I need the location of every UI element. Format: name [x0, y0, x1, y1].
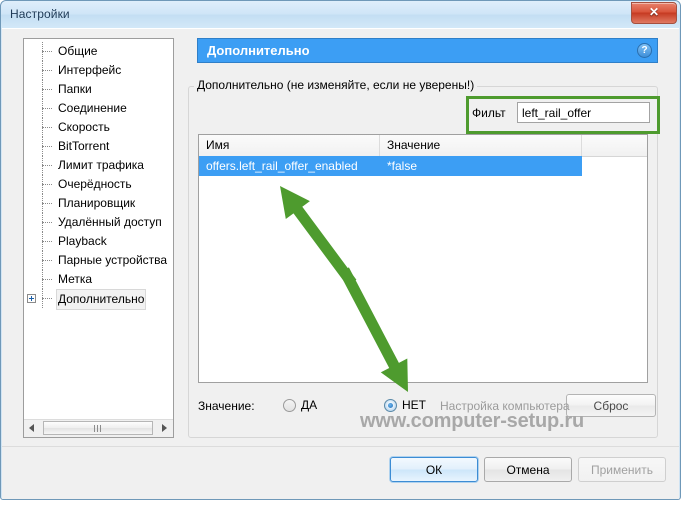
sidebar-item-5[interactable]: Скорость — [24, 118, 173, 137]
scroll-right-arrow-icon[interactable] — [156, 420, 173, 436]
dialog-client-area: Общие Интерфейс Папки Соединение Скорость Bit… — [2, 28, 679, 447]
grip-icon — [94, 425, 102, 432]
expand-plus-icon[interactable] — [27, 294, 36, 303]
sidebar-item-13[interactable]: Метка — [24, 270, 173, 289]
advanced-settings-panel: Дополнительно ? Дополнительно (не изменя… — [188, 38, 660, 438]
title-bar: Настройки ✕ — [1, 1, 680, 28]
sidebar-item-12[interactable]: Парные устройства — [24, 251, 173, 270]
sidebar-item-label: Метка — [58, 272, 93, 286]
sidebar-item-9[interactable]: Планировщик — [24, 194, 173, 213]
settings-category-tree[interactable]: Общие Интерфейс Папки Соединение Скорость Bit… — [23, 38, 174, 438]
radio-no-label: НЕТ — [402, 398, 426, 412]
advanced-groupbox: Дополнительно (не изменяйте, если не уве… — [188, 78, 658, 438]
radio-no-dot-icon — [384, 399, 397, 412]
tree-connector — [42, 51, 52, 53]
tree-connector — [42, 184, 52, 186]
list-header-row: Имя Значение — [199, 135, 647, 157]
close-x-glyph: ✕ — [648, 5, 660, 19]
close-icon[interactable]: ✕ — [631, 2, 677, 24]
dialog-footer: ОК Отмена Применить — [2, 446, 679, 499]
sidebar-item-8[interactable]: Очерёдность — [24, 175, 173, 194]
tree-connector — [42, 127, 52, 129]
groupbox-label: Дополнительно (не изменяйте, если не уве… — [194, 78, 478, 92]
tree-connector — [42, 241, 52, 243]
filter-input[interactable] — [517, 102, 650, 123]
sidebar-item-label: Папки — [58, 82, 92, 96]
sidebar-item-label: BitTorrent — [58, 139, 110, 153]
scrollbar-thumb[interactable] — [43, 421, 153, 435]
column-header-value[interactable]: Значение — [380, 135, 582, 156]
apply-button: Применить — [578, 457, 666, 482]
page-header-bar: Дополнительно ? — [197, 38, 658, 63]
sidebar-item-label: Очерёдность — [58, 177, 132, 191]
settings-dialog-window: Настройки ✕ Общие Интерфейс Папки Соединени… — [0, 0, 681, 500]
tree-connector — [42, 89, 52, 91]
filter-label: Фильт — [472, 106, 506, 120]
sidebar-item-6[interactable]: BitTorrent — [24, 137, 173, 156]
cancel-button[interactable]: Отмена — [484, 457, 572, 482]
advanced-options-list[interactable]: Имя Значение offers.left_rail_offer_enab… — [198, 134, 648, 383]
sidebar-item-label: Playback — [58, 234, 107, 248]
ok-button[interactable]: ОК — [390, 457, 478, 482]
cell-value: *false — [387, 159, 418, 173]
sidebar-item-10[interactable]: Удалённый доступ — [24, 213, 173, 232]
sidebar-item-4[interactable]: Соединение — [24, 99, 173, 118]
sidebar-item-label: Соединение — [58, 101, 127, 115]
tree-connector — [42, 146, 52, 148]
sidebar-item-label: Интерфейс — [58, 63, 122, 77]
sidebar-item-3[interactable]: Папки — [24, 80, 173, 99]
sidebar-item-7[interactable]: Лимит трафика — [24, 156, 173, 175]
sidebar-item-label: Общие — [58, 44, 98, 58]
tree-connector — [42, 70, 52, 72]
question-mark-icon[interactable]: ? — [637, 43, 652, 58]
tree-connector — [42, 260, 52, 262]
reset-button[interactable]: Сброс — [566, 394, 656, 417]
radio-yes-label: ДА — [301, 398, 318, 412]
column-header-extra[interactable] — [582, 135, 647, 156]
filter-row: Фильт — [472, 102, 652, 124]
tree-connector — [42, 165, 52, 167]
page-title: Дополнительно — [207, 43, 310, 58]
tree-connector — [42, 108, 52, 110]
tree-horizontal-scrollbar[interactable] — [24, 419, 173, 437]
sidebar-item-label: Лимит трафика — [58, 158, 144, 172]
sidebar-item-1[interactable]: Общие — [24, 42, 173, 61]
value-selector-row: Значение: ДА НЕТ Сброс — [188, 394, 658, 420]
sidebar-item-label: Планировщик — [58, 196, 136, 210]
sidebar-item-label: Скорость — [58, 120, 110, 134]
cell-name: offers.left_rail_offer_enabled — [206, 159, 358, 173]
window-title: Настройки — [10, 7, 70, 21]
tree-connector — [42, 279, 52, 281]
sidebar-item-14[interactable]: Дополнительно — [24, 289, 173, 310]
tree-connector — [42, 298, 52, 300]
tree-connector — [42, 203, 52, 205]
sidebar-item-label: Дополнительно — [56, 289, 147, 310]
radio-yes-dot-icon — [283, 399, 296, 412]
sidebar-item-label: Удалённый доступ — [58, 215, 162, 229]
tree-connector — [42, 222, 52, 224]
sidebar-item-label: Парные устройства — [58, 253, 168, 267]
table-row[interactable]: offers.left_rail_offer_enabled *false — [199, 156, 582, 176]
sidebar-item-11[interactable]: Playback — [24, 232, 173, 251]
tree-item-list: Общие Интерфейс Папки Соединение Скорость Bit… — [24, 42, 173, 310]
scroll-left-arrow-icon[interactable] — [24, 420, 41, 436]
list-rows: offers.left_rail_offer_enabled *false — [199, 156, 647, 176]
column-header-name[interactable]: Имя — [199, 135, 380, 156]
value-label: Значение: — [198, 399, 255, 413]
sidebar-item-2[interactable]: Интерфейс — [24, 61, 173, 80]
